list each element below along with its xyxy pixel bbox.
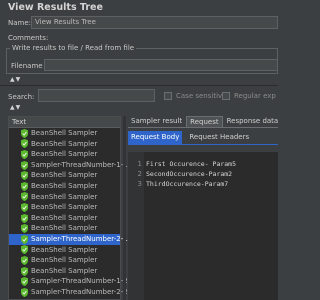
tree-item-label: Sampler-ThreadNumber-2-2 [31, 287, 128, 296]
tree-item[interactable]: BeanShell Sampler [9, 128, 120, 139]
tree-item-label: BeanShell Sampler [31, 150, 98, 159]
regular-exp-checkbox[interactable] [222, 92, 230, 100]
tree-item-label: Sampler-ThreadNumber-2-1 [31, 234, 128, 243]
request-body-editor[interactable]: 1 2 3 First Occurence- Param5 SecondOccu… [128, 152, 278, 300]
tree-item-label: Sampler-ThreadNumber-1-1 [31, 160, 128, 169]
success-shield-icon [21, 139, 28, 149]
filename-label: Filename [11, 62, 43, 70]
tree-item-label: BeanShell Sampler [31, 266, 98, 275]
tree-item[interactable]: Sampler-ThreadNumber-1-2 [9, 276, 128, 287]
line-number-gutter: 1 2 3 [128, 152, 144, 300]
tree-item-label: BeanShell Sampler [31, 181, 98, 190]
tree-item-label: BeanShell Sampler [31, 129, 98, 137]
line-number: 3 [137, 180, 142, 188]
tree-item[interactable]: BeanShell Sampler [9, 223, 120, 234]
tab-request-body[interactable]: Request Body [128, 131, 183, 144]
collapse-arrows-icon[interactable]: ▲▼ [10, 104, 21, 111]
tree-item[interactable]: BeanShell Sampler [9, 192, 120, 203]
tree-item-label: BeanShell Sampler [31, 139, 98, 148]
regular-exp-label: Regular exp [234, 92, 276, 100]
tree-item-label: BeanShell Sampler [31, 256, 98, 265]
collapse-arrows-icon[interactable]: ▲▼ [10, 76, 21, 83]
search-label: Search: [8, 93, 35, 101]
success-shield-icon [21, 181, 28, 191]
tree-item[interactable]: BeanShell Sampler [9, 255, 120, 266]
success-shield-icon [21, 128, 28, 138]
tree-item-label: BeanShell Sampler [31, 203, 98, 212]
write-results-legend: Write results to file / Read from file [10, 44, 137, 52]
tree-item-label: BeanShell Sampler [31, 224, 98, 233]
tree-rows: BeanShell Sampler BeanShell Sampler BeanSh… [9, 128, 128, 298]
tab-underline [128, 127, 278, 128]
line-number: 1 [137, 160, 142, 168]
name-input-value: View Results Tree [35, 18, 96, 26]
success-shield-icon [21, 277, 28, 287]
subtab-underline [128, 144, 278, 145]
success-shield-icon [21, 266, 28, 276]
tree-item-label: BeanShell Sampler [31, 192, 98, 201]
tree-item[interactable]: BeanShell Sampler [9, 170, 120, 181]
success-shield-icon [21, 234, 28, 244]
panel-title: View Results Tree [8, 2, 103, 13]
code-line: SecondOccurence-Param2 [146, 170, 233, 178]
tree-item-label: Sampler-ThreadNumber-1-2 [31, 277, 128, 286]
success-shield-icon [21, 245, 28, 255]
success-shield-icon [21, 202, 28, 212]
tree-item[interactable]: Sampler-ThreadNumber-2-1 [9, 233, 128, 245]
divider [0, 85, 278, 86]
tree-item[interactable]: BeanShell Sampler [9, 149, 120, 160]
success-shield-icon [21, 255, 28, 265]
tree-item[interactable]: Sampler-ThreadNumber-2-2 [9, 287, 128, 298]
tree-item-label: BeanShell Sampler [31, 171, 98, 180]
filename-input[interactable] [44, 59, 278, 71]
tree-item[interactable]: BeanShell Sampler [9, 245, 120, 256]
case-sensitive-label: Case sensitive [176, 92, 227, 100]
tree-column-header[interactable]: Text [9, 117, 120, 128]
code-line: ThirdOccurence-Param7 [146, 180, 229, 188]
success-shield-icon [21, 160, 28, 170]
success-shield-icon [21, 171, 28, 181]
results-tree: Text BeanShell Sampler BeanShell Sampler B… [8, 116, 128, 300]
case-sensitive-checkbox[interactable] [164, 92, 172, 100]
line-number: 2 [137, 170, 142, 178]
tab-request[interactable]: Request [186, 116, 223, 127]
tree-item[interactable]: Sampler-ThreadNumber-1-1 [9, 160, 128, 171]
tree-item[interactable]: BeanShell Sampler [9, 213, 120, 224]
success-shield-icon [21, 192, 28, 202]
tab-sampler-result[interactable]: Sampler result [128, 116, 185, 127]
request-subtabs: Request Body Request Headers [128, 131, 278, 144]
name-input[interactable]: View Results Tree [31, 16, 278, 29]
tab-request-headers[interactable]: Request Headers [186, 131, 252, 144]
tree-item[interactable]: BeanShell Sampler [9, 139, 120, 150]
code-lines: First Occurence- Param5 SecondOccurence-… [146, 159, 236, 189]
tree-item[interactable]: BeanShell Sampler [9, 202, 120, 213]
search-input[interactable] [38, 89, 155, 102]
tree-item-label: BeanShell Sampler [31, 213, 98, 222]
tab-response-data[interactable]: Response data [224, 116, 282, 127]
tree-item-label: BeanShell Sampler [31, 245, 98, 254]
comments-label: Comments: [8, 34, 49, 42]
code-line: First Occurence- Param5 [146, 160, 237, 168]
success-shield-icon [21, 224, 28, 234]
tree-item[interactable]: BeanShell Sampler [9, 266, 120, 277]
success-shield-icon [21, 213, 28, 223]
success-shield-icon [21, 149, 28, 159]
success-shield-icon [21, 287, 28, 297]
split-divider[interactable] [123, 116, 126, 300]
tree-item[interactable]: BeanShell Sampler [9, 181, 120, 192]
name-label: Name: [8, 19, 32, 27]
